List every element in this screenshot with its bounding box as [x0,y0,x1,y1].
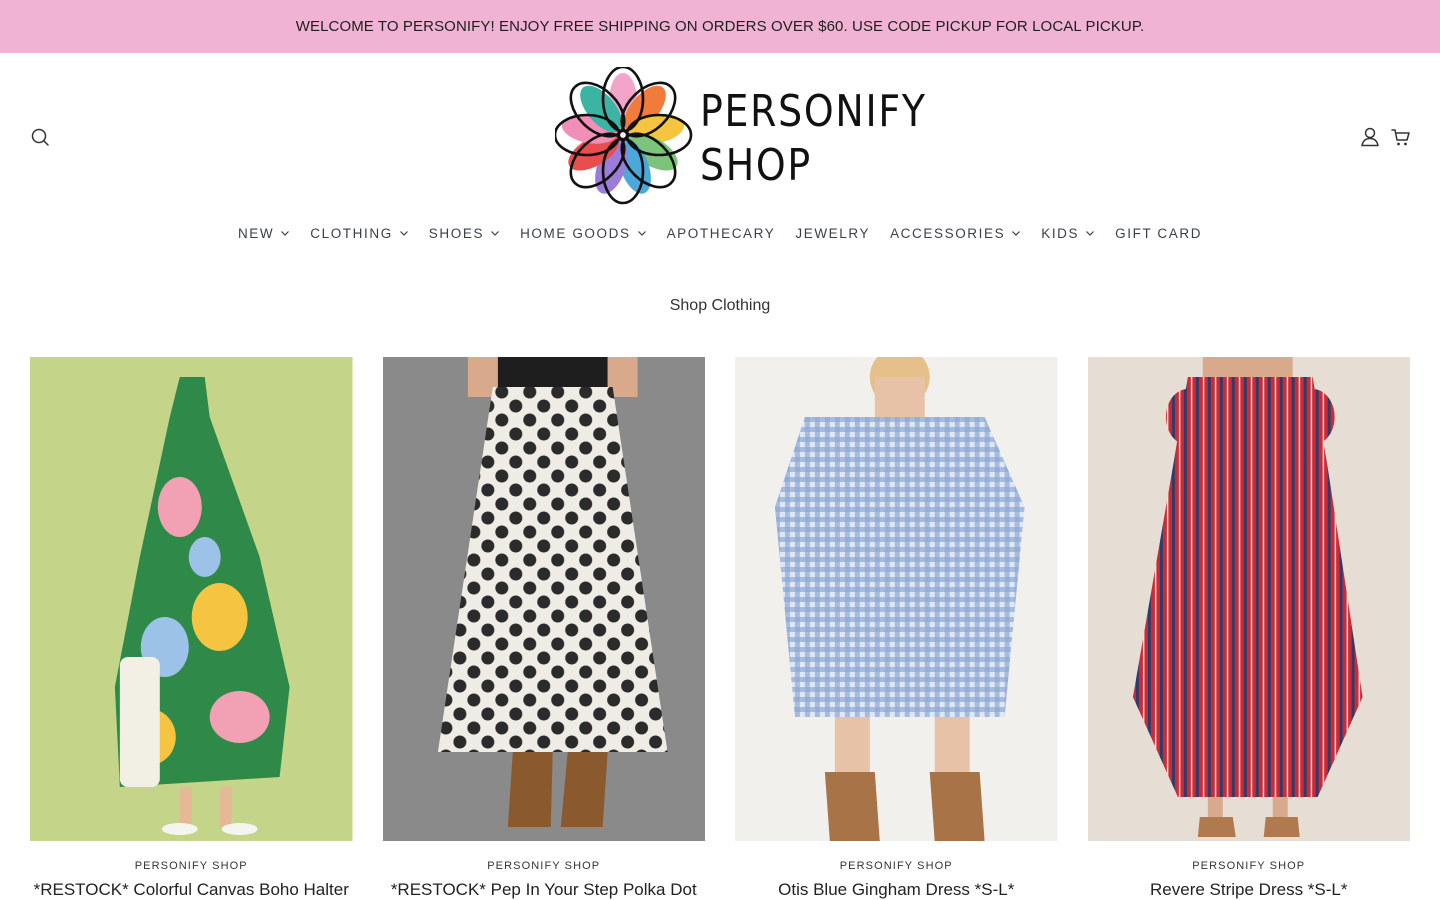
product-card[interactable]: PERSONIFY SHOP *RESTOCK* Colorful Canvas… [30,357,353,900]
product-image[interactable] [30,357,353,841]
logo-line-2: SHOP [700,140,812,191]
site-header: PERSONIFY SHOP [0,53,1440,220]
product-vendor: PERSONIFY SHOP [487,860,601,872]
nav-item-accessories[interactable]: ACCESSORIES [880,226,1031,241]
nav-label: SHOES [428,225,485,241]
nav-item-new[interactable]: NEW [228,226,300,241]
product-card[interactable]: PERSONIFY SHOP *RESTOCK* Pep In Your Ste… [382,357,706,900]
account-icon[interactable] [1359,125,1381,149]
announcement-bar: WELCOME TO PERSONIFY! ENJOY FREE SHIPPIN… [0,0,1440,53]
nav-item-clothing[interactable]: CLOTHING [300,226,419,241]
logo-line-1: PERSONIFY [700,86,927,137]
nav-item-gift-card[interactable]: GIFT CARD [1105,226,1212,241]
chevron-down-icon [637,231,646,236]
nav-label: ACCESSORIES [890,225,1006,241]
search-icon[interactable] [28,125,52,149]
nav-item-home-goods[interactable]: HOME GOODS [510,226,657,241]
product-vendor: PERSONIFY SHOP [134,860,248,872]
product-card[interactable]: PERSONIFY SHOP Otis Blue Gingham Dress *… [735,357,1058,900]
product-image[interactable] [1087,357,1410,841]
product-grid: PERSONIFY SHOP *RESTOCK* Colorful Canvas… [30,357,1410,900]
logo-wordmark: PERSONIFY SHOP [700,85,927,193]
nav-item-jewelry[interactable]: JEWELRY [785,226,880,241]
nav-label: APOTHECARY [666,225,776,241]
chevron-down-icon [281,231,290,236]
nav-label: CLOTHING [310,225,393,241]
nav-item-apothecary[interactable]: APOTHECARY [657,226,786,241]
nav-item-kids[interactable]: KIDS [1031,226,1105,241]
main-navigation: NEW CLOTHING SHOES HOME GOODS APOTHECARY… [0,220,1440,246]
chevron-down-icon [1012,231,1021,236]
nav-label: JEWELRY [795,225,871,241]
product-image[interactable] [382,357,705,841]
product-title[interactable]: Revere Stripe Dress *S-L* [1088,880,1411,900]
announcement-text: WELCOME TO PERSONIFY! ENJOY FREE SHIPPIN… [295,18,1145,35]
nav-item-shoes[interactable]: SHOES [419,226,510,241]
product-vendor: PERSONIFY SHOP [1192,860,1306,872]
nav-label: HOME GOODS [520,225,631,241]
product-title[interactable]: *RESTOCK* Pep In Your Step Polka Dot [383,880,706,900]
nav-label: KIDS [1041,225,1080,241]
product-image[interactable] [735,357,1058,841]
cart-icon[interactable] [1389,125,1413,149]
product-title[interactable]: Otis Blue Gingham Dress *S-L* [735,880,1058,900]
chevron-down-icon [1086,231,1095,236]
product-card[interactable]: PERSONIFY SHOP Revere Stripe Dress *S-L* [1087,357,1411,900]
chevron-down-icon [399,231,408,236]
flower-logo-icon [555,67,693,205]
product-vendor: PERSONIFY SHOP [839,860,953,872]
page-title: Shop Clothing [669,297,771,314]
chevron-down-icon [491,231,499,236]
store-logo[interactable]: PERSONIFY SHOP [555,67,925,207]
nav-label: GIFT CARD [1115,225,1203,241]
product-title[interactable]: *RESTOCK* Colorful Canvas Boho Halter [30,880,353,900]
nav-label: NEW [237,225,275,241]
